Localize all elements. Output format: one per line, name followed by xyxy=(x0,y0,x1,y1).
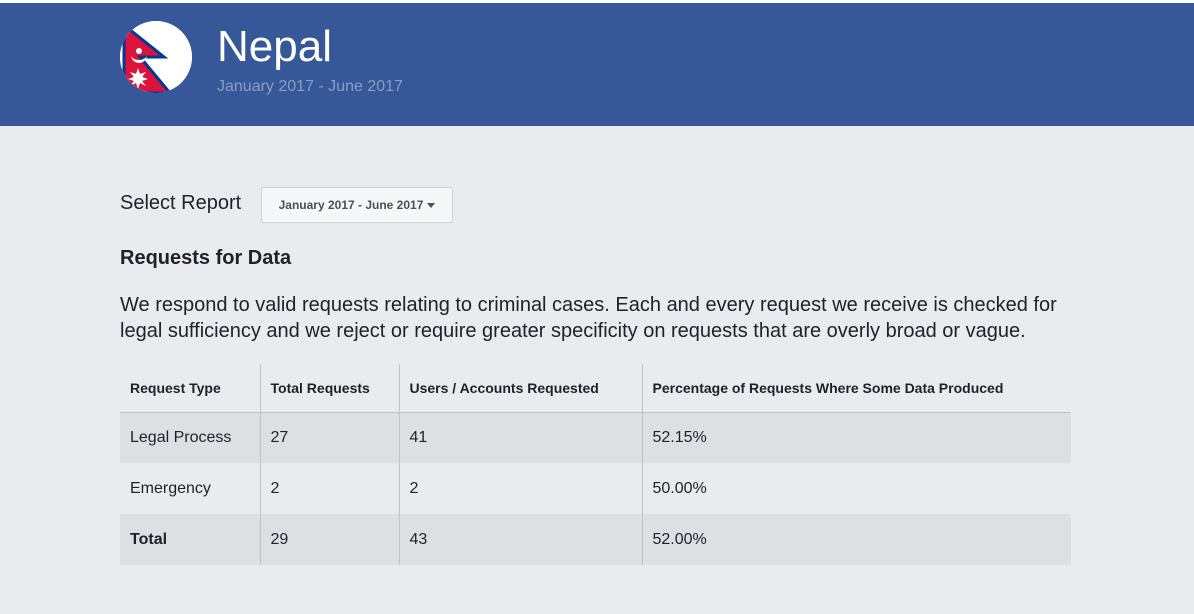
report-period: January 2017 - June 2017 xyxy=(217,78,403,95)
cell-users-accounts: 41 xyxy=(398,412,642,463)
select-report-label: Select Report xyxy=(120,192,242,214)
dropdown-selected-value: January 2017 - June 2017 xyxy=(278,198,424,212)
caret-down-icon xyxy=(427,202,436,208)
nepal-flag-icon xyxy=(120,21,192,93)
cell-total-requests: 2 xyxy=(259,463,399,514)
requests-table: Request Type Total Requests Users / Acco… xyxy=(120,364,1071,565)
section-title: Requests for Data xyxy=(120,247,292,269)
table-row: Legal Process 27 41 52.15% xyxy=(120,412,1071,463)
cell-request-type: Emergency xyxy=(130,479,211,497)
table-row: Emergency 2 2 50.00% xyxy=(120,463,1071,514)
report-period-dropdown[interactable]: January 2017 - June 2017 xyxy=(261,187,453,223)
cell-percentage: 50.00% xyxy=(641,463,1071,514)
cell-request-type: Total xyxy=(120,514,260,565)
cell-percentage: 52.00% xyxy=(641,514,1071,565)
cell-total-requests: 27 xyxy=(259,412,399,463)
page-header: Nepal January 2017 - June 2017 xyxy=(0,3,1194,126)
cell-percentage: 52.15% xyxy=(641,412,1071,463)
country-title: Nepal xyxy=(217,22,332,71)
column-header-total-requests: Total Requests xyxy=(259,364,399,413)
column-header-users-accounts: Users / Accounts Requested xyxy=(398,364,642,413)
cell-users-accounts: 43 xyxy=(398,514,642,565)
cell-total-requests: 29 xyxy=(259,514,399,565)
section-description: We respond to valid requests relating to… xyxy=(120,294,1057,342)
table-header-row: Request Type Total Requests Users / Acco… xyxy=(120,364,1071,413)
cell-users-accounts: 2 xyxy=(398,463,642,514)
table-total-row: Total 29 43 52.00% xyxy=(120,514,1071,565)
column-header-percentage: Percentage of Requests Where Some Data P… xyxy=(641,364,1071,413)
column-header-request-type: Request Type xyxy=(120,364,260,413)
cell-request-type: Legal Process xyxy=(120,412,260,463)
